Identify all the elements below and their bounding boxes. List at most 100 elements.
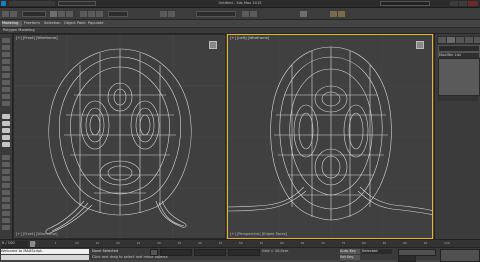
app-icon[interactable] — [1, 1, 6, 6]
viewport-perspective[interactable]: [+] [Left] [Wireframe] [+] [Perspective]… — [227, 34, 433, 239]
tool-icon-3[interactable] — [2, 52, 10, 57]
tool-icon-26[interactable] — [2, 225, 10, 230]
tool-icon-9[interactable] — [2, 94, 10, 99]
timeline-tick-label: 80 — [362, 241, 366, 245]
tool-icon-7[interactable] — [2, 80, 10, 85]
rotate-icon[interactable] — [88, 11, 95, 17]
tool-icon-6[interactable] — [2, 73, 10, 78]
tab-freeform[interactable]: Freeform — [24, 21, 42, 27]
window-title: Untitled - 3ds Max 2015 — [218, 1, 262, 5]
set-key-button[interactable]: Set Key — [340, 255, 360, 260]
modifier-stack-tools[interactable] — [438, 96, 478, 101]
tool-icon-22[interactable] — [2, 197, 10, 202]
y-coordinate-field[interactable] — [194, 249, 226, 256]
timeline-tick-label: 45 — [218, 241, 223, 245]
viewport-front-footer: [+] [Front] [Wireframe] — [16, 232, 58, 236]
tab-populate[interactable]: Populate — [88, 21, 106, 27]
tool-icon-19[interactable] — [2, 176, 10, 181]
x-coordinate-field[interactable] — [160, 249, 192, 256]
viewport-front-label[interactable]: [+] [Front] [Wireframe] — [16, 36, 58, 41]
timeline-tick-label: 50 — [239, 241, 243, 245]
reference-coordinate-dropdown[interactable] — [108, 11, 128, 17]
tool-icon-15[interactable] — [2, 142, 10, 147]
tool-icon-5[interactable] — [2, 66, 10, 71]
current-frame-field[interactable] — [398, 255, 416, 262]
timeline-tick-label: 30 — [157, 241, 161, 245]
maxscript-listener[interactable]: Welcome to MAXScript. — [1, 249, 89, 254]
object-name-field[interactable] — [438, 45, 480, 52]
timeline-tick-label: 0 — [34, 241, 36, 245]
perspective-wireframe-model — [228, 35, 432, 238]
timeline-tick-label: 90 — [403, 241, 407, 245]
viewport-perspective-label[interactable]: [+] [Left] [Wireframe] — [230, 36, 269, 41]
selected-dropdown[interactable]: Selected — [362, 249, 392, 254]
tool-icon-12[interactable] — [2, 121, 10, 126]
timeline-tick-label: 10 — [75, 241, 79, 245]
command-panel: Modifier List — [434, 34, 480, 239]
select-by-name-icon[interactable] — [58, 11, 65, 17]
viewcube-icon[interactable] — [416, 41, 424, 49]
tool-icon-13[interactable] — [2, 128, 10, 133]
search-field[interactable] — [380, 1, 430, 6]
timeline-tick-label: 95 — [423, 241, 428, 245]
tool-icon-11[interactable] — [2, 114, 10, 119]
auto-key-button[interactable]: Auto Key — [340, 249, 360, 254]
named-selection-dropdown[interactable] — [196, 11, 236, 17]
tab-object-paint[interactable]: Object Paint — [64, 21, 86, 27]
main-toolbar — [0, 8, 480, 20]
tool-icon-4[interactable] — [2, 59, 10, 64]
align-icon[interactable] — [250, 11, 257, 17]
tab-modeling[interactable]: Modeling — [2, 21, 22, 27]
timeline-tick-label: 55 — [259, 241, 264, 245]
undo-icon[interactable] — [2, 11, 9, 17]
scale-icon[interactable] — [96, 11, 103, 17]
viewcube-icon[interactable] — [209, 41, 217, 49]
z-coordinate-field[interactable] — [228, 249, 260, 256]
tool-icon-16[interactable] — [2, 155, 10, 160]
selection-filter-dropdown[interactable] — [22, 11, 46, 17]
left-tool-strip — [0, 34, 13, 239]
tool-icon-14[interactable] — [2, 135, 10, 140]
angle-snap-icon[interactable] — [168, 11, 175, 17]
viewport-front[interactable]: [+] [Front] [Wireframe] [+] [Front] [Wir… — [13, 34, 226, 239]
material-editor-icon[interactable] — [300, 11, 307, 17]
tool-icon-2[interactable] — [2, 45, 10, 50]
maximize-button[interactable] — [459, 1, 467, 6]
grid-size-label: Grid = 10.0cm — [262, 249, 289, 253]
viewport-perspective-footer: [+] [Perspective] [Edged Faces] — [230, 232, 287, 236]
tool-icon-8[interactable] — [2, 87, 10, 92]
mirror-icon[interactable] — [242, 11, 249, 17]
timeline-tick-label: 5 — [54, 241, 57, 245]
tool-icon-23[interactable] — [2, 204, 10, 209]
lock-selection-icon[interactable] — [150, 249, 158, 256]
utilities-tab-icon[interactable] — [473, 36, 480, 44]
snap-toggle-icon[interactable] — [160, 11, 167, 17]
timeline-tick-label: 65 — [300, 241, 305, 245]
redo-icon[interactable] — [10, 11, 17, 17]
workspace-dropdown[interactable] — [58, 1, 96, 6]
timeline-tick-label: 60 — [280, 241, 284, 245]
render-setup-icon[interactable] — [330, 11, 337, 17]
timeline[interactable]: 0 / 100 0 5 10 15 20 25 30 35 40 45 50 55 60 65 70 75 80… — [0, 239, 480, 247]
tool-icon-17[interactable] — [2, 162, 10, 167]
modifier-stack[interactable] — [438, 58, 480, 96]
tool-icon-20[interactable] — [2, 183, 10, 188]
tool-icon-10[interactable] — [2, 101, 10, 106]
navigation-controls[interactable] — [440, 249, 480, 262]
select-object-icon[interactable] — [50, 11, 57, 17]
timeline-tick-label: 25 — [136, 241, 141, 245]
quick-access-toolbar[interactable] — [9, 1, 55, 6]
tool-icon-25[interactable] — [2, 218, 10, 223]
close-button[interactable] — [468, 1, 478, 6]
timeline-tick-label: 20 — [116, 241, 120, 245]
maxscript-mini-listener[interactable] — [1, 255, 89, 260]
render-icon[interactable] — [338, 11, 345, 17]
tab-selection[interactable]: Selection — [44, 21, 62, 27]
tool-icon-21[interactable] — [2, 190, 10, 195]
rectangular-selection-icon[interactable] — [66, 11, 73, 17]
move-icon[interactable] — [80, 11, 87, 17]
minimize-button[interactable] — [450, 1, 458, 6]
tool-icon-1[interactable] — [2, 38, 10, 43]
tool-icon-18[interactable] — [2, 169, 10, 174]
tool-icon-24[interactable] — [2, 211, 10, 216]
